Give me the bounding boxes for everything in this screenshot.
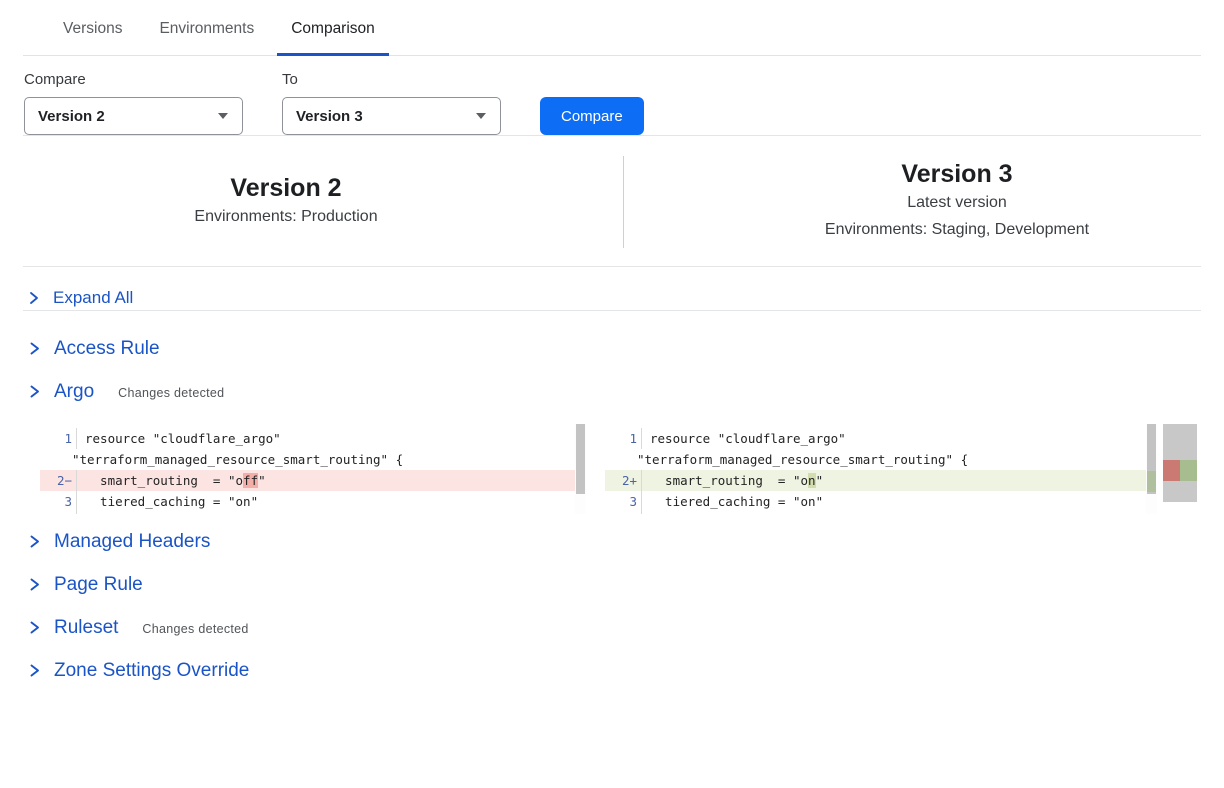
line-number: 1 (40, 428, 76, 449)
code-text: smart_routing = "off" (76, 470, 575, 491)
chevron-right-icon (28, 291, 40, 305)
diff-line: 1 resource "cloudflare_argo" (40, 428, 575, 449)
tab-comparison[interactable]: Comparison (277, 0, 389, 55)
line-number: 2+ (605, 470, 641, 491)
tab-versions[interactable]: Versions (49, 0, 136, 55)
added-word-highlight: n (808, 473, 816, 488)
chevron-down-icon (218, 113, 228, 119)
section-managed-headers[interactable]: Managed Headers (0, 530, 1224, 553)
scrollbar-added-marker (1147, 471, 1156, 492)
section-label: Ruleset (54, 617, 118, 639)
code-text: resource "cloudflare_argo" (76, 428, 575, 449)
chevron-right-icon (28, 620, 41, 635)
chevron-down-icon (476, 113, 486, 119)
code-text: "terraform_managed_resource_smart_routin… (72, 449, 575, 470)
minimap-added-marker (1180, 460, 1197, 481)
section-label: Access Rule (54, 338, 160, 360)
removed-word-highlight: ff (243, 473, 258, 488)
code-text: "terraform_managed_resource_smart_routin… (637, 449, 1146, 470)
tab-bar: Versions Environments Comparison (23, 0, 1201, 56)
line-number (40, 512, 76, 514)
diff-line-wrap: "terraform_managed_resource_smart_routin… (605, 449, 1146, 470)
chevron-right-icon (28, 384, 41, 399)
section-ruleset[interactable]: Ruleset Changes detected (0, 616, 1224, 639)
compare-from-field: Compare Version 2 (24, 71, 243, 135)
tab-environments[interactable]: Environments (145, 0, 268, 55)
section-access-rule[interactable]: Access Rule (0, 337, 1224, 360)
divider (23, 266, 1201, 267)
expand-all-label: Expand All (53, 288, 133, 308)
scrollbar-thumb[interactable] (576, 424, 585, 494)
vertical-divider (623, 156, 624, 248)
diff-line: 3 tiered_caching = "on" (605, 491, 1146, 512)
diff-line-wrap: "terraform_managed_resource_smart_routin… (40, 449, 575, 470)
diff-line-added: 2+ smart_routing = "on" (605, 470, 1146, 491)
chevron-right-icon (28, 341, 41, 356)
minimap-removed-marker (1163, 460, 1180, 481)
code-text: tiered_caching = "on" (641, 491, 1146, 512)
version-headers: Version 2 Environments: Production Versi… (0, 136, 1224, 266)
section-label: Page Rule (54, 574, 143, 596)
chevron-right-icon (28, 663, 41, 678)
section-label: Zone Settings Override (54, 660, 249, 682)
diff-view: 1 resource "cloudflare_argo" "terraform_… (0, 424, 1224, 514)
section-label: Managed Headers (54, 531, 210, 553)
version-old-title: Version 2 (24, 173, 548, 203)
code-text: resource "cloudflare_argo" (641, 428, 1146, 449)
divider (23, 310, 1201, 311)
diff-line: 3 tiered_caching = "on" (40, 491, 575, 512)
section-label: Argo (54, 381, 94, 403)
compare-to-value: Version 3 (296, 108, 363, 125)
line-number: 2− (40, 470, 76, 491)
compare-from-value: Version 2 (38, 108, 105, 125)
section-page-rule[interactable]: Page Rule (0, 573, 1224, 596)
diff-panel-new: 1 resource "cloudflare_argo" "terraform_… (605, 424, 1157, 514)
version-new-title: Version 3 (718, 159, 1196, 189)
diff-minimap[interactable] (1163, 424, 1197, 502)
version-old-environments: Environments: Production (24, 203, 548, 230)
version-new-subtitle: Latest version (718, 189, 1196, 216)
scrollbar[interactable] (1146, 424, 1157, 514)
compare-button[interactable]: Compare (540, 97, 644, 135)
compare-form: Compare Version 2 To Version 3 Compare (0, 56, 1224, 135)
diff-panel-old: 1 resource "cloudflare_argo" "terraform_… (40, 424, 586, 514)
line-number: 1 (605, 428, 641, 449)
line-number: 3 (40, 491, 76, 512)
diff-line: } (605, 512, 1146, 514)
compare-to-select[interactable]: Version 3 (282, 97, 501, 135)
line-number (605, 512, 641, 514)
section-zone-settings-override[interactable]: Zone Settings Override (0, 659, 1224, 682)
compare-from-select[interactable]: Version 2 (24, 97, 243, 135)
compare-from-label: Compare (24, 71, 243, 88)
changes-detected-badge: Changes detected (142, 622, 248, 636)
changes-detected-badge: Changes detected (118, 386, 224, 400)
scrollbar-thumb[interactable] (1147, 424, 1156, 494)
code-text: } (76, 512, 575, 514)
scrollbar[interactable] (575, 424, 586, 514)
compare-to-label: To (282, 71, 501, 88)
diff-line-removed: 2− smart_routing = "off" (40, 470, 575, 491)
comparison-page: Versions Environments Comparison Compare… (0, 0, 1224, 788)
chevron-right-icon (28, 577, 41, 592)
diff-line: } (40, 512, 575, 514)
version-header-new: Version 3 Latest version Environments: S… (718, 136, 1196, 266)
expand-all-button[interactable]: Expand All (0, 286, 1224, 310)
diff-code-old: 1 resource "cloudflare_argo" "terraform_… (40, 424, 575, 514)
chevron-right-icon (28, 534, 41, 549)
compare-to-field: To Version 3 (282, 71, 501, 135)
code-text: } (641, 512, 1146, 514)
diff-line: 1 resource "cloudflare_argo" (605, 428, 1146, 449)
version-header-old: Version 2 Environments: Production (24, 136, 548, 266)
code-text: smart_routing = "on" (641, 470, 1146, 491)
section-argo[interactable]: Argo Changes detected (0, 380, 1224, 403)
code-text: tiered_caching = "on" (76, 491, 575, 512)
line-number: 3 (605, 491, 641, 512)
version-new-environments: Environments: Staging, Development (718, 216, 1196, 243)
diff-code-new: 1 resource "cloudflare_argo" "terraform_… (605, 424, 1146, 514)
